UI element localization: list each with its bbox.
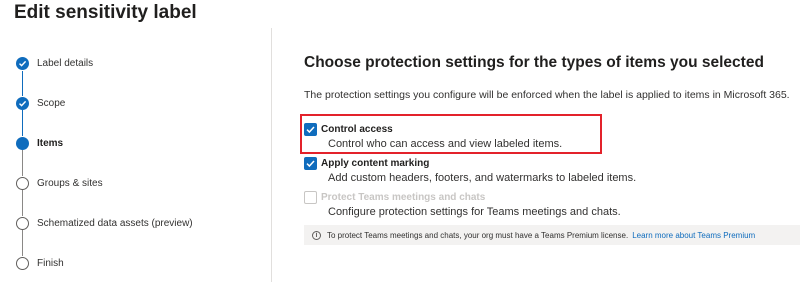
wizard-steps: Label details Scope Items Groups & sites… [0, 28, 271, 282]
wizard-sidebar: Label details Scope Items Groups & sites… [0, 28, 272, 282]
section-description: The protection settings you configure wi… [304, 89, 790, 101]
wizard-step-schematized-data-assets[interactable]: Schematized data assets (preview) [16, 216, 193, 230]
wizard-step-items[interactable]: Items [16, 136, 63, 150]
option-description: Add custom headers, footers, and waterma… [328, 172, 637, 184]
step-complete-check-icon [16, 56, 29, 70]
wizard-step-finish[interactable]: Finish [16, 256, 64, 270]
step-pending-circle-icon [16, 256, 29, 270]
step-connector [22, 230, 23, 256]
step-connector [22, 190, 23, 216]
step-pending-circle-icon [16, 176, 29, 190]
option-label[interactable]: Apply content marking [321, 158, 429, 169]
section-heading: Choose protection settings for the types… [304, 54, 764, 71]
option-apply-content-marking: Apply content marking Add custom headers… [304, 156, 636, 184]
step-label: Label details [37, 57, 94, 69]
step-complete-check-icon [16, 96, 29, 110]
step-pending-circle-icon [16, 216, 29, 230]
step-label: Schematized data assets (preview) [37, 217, 193, 229]
wizard-step-label-details[interactable]: Label details [16, 56, 93, 70]
highlight-annotation-box [300, 114, 602, 154]
edit-sensitivity-label-page: Edit sensitivity label Label details Sco… [0, 0, 800, 282]
learn-more-teams-premium-link[interactable]: Learn more about Teams Premium [632, 231, 755, 240]
info-text: To protect Teams meetings and chats, you… [327, 230, 629, 240]
step-label: Scope [37, 97, 66, 109]
step-connector [22, 71, 23, 96]
teams-premium-info-bar: i To protect Teams meetings and chats, y… [304, 225, 800, 245]
step-connector [22, 150, 23, 176]
option-description: Configure protection settings for Teams … [328, 206, 621, 218]
step-label: Items [37, 137, 64, 149]
info-icon: i [312, 230, 321, 240]
step-current-dot-icon [16, 136, 29, 150]
main-content: Choose protection settings for the types… [273, 28, 800, 282]
step-label: Finish [37, 257, 64, 269]
option-protect-teams-meetings: Protect Teams meetings and chats Configu… [304, 190, 621, 218]
apply-content-marking-checkbox[interactable] [304, 156, 317, 170]
step-label: Groups & sites [37, 177, 103, 189]
wizard-step-groups-sites[interactable]: Groups & sites [16, 176, 103, 190]
protect-teams-meetings-checkbox [304, 190, 317, 204]
wizard-step-scope[interactable]: Scope [16, 96, 65, 110]
page-title: Edit sensitivity label [14, 2, 197, 23]
option-label: Protect Teams meetings and chats [321, 191, 486, 203]
step-connector [22, 110, 23, 136]
